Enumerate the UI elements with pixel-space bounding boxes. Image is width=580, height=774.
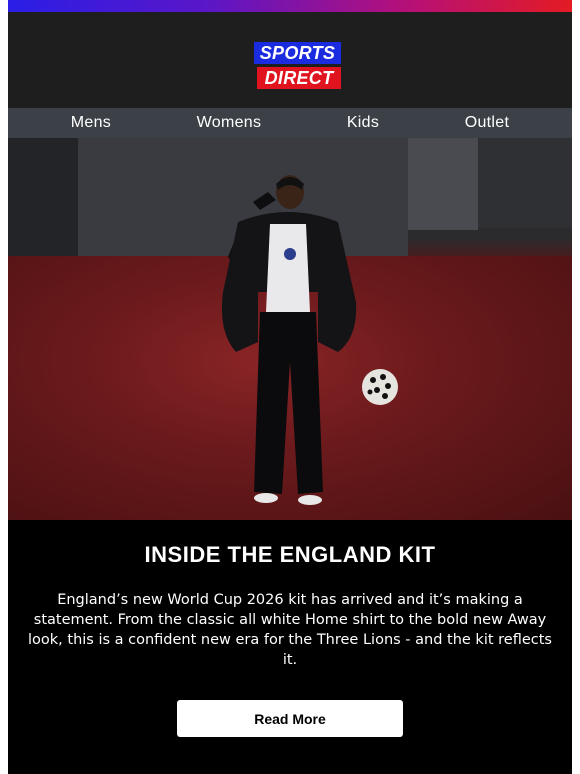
- model-figure: [221, 175, 357, 505]
- article-body: England’s new World Cup 2026 kit has arr…: [28, 592, 552, 668]
- nav-item-womens[interactable]: Womens: [197, 114, 262, 132]
- category-nav: Mens Womens Kids Outlet: [8, 108, 572, 138]
- header: SPORTS DIRECT: [8, 12, 572, 108]
- article-section: INSIDE THE ENGLAND KIT England’s new Wor…: [8, 520, 572, 737]
- read-more-button[interactable]: Read More: [177, 700, 403, 737]
- hero-image[interactable]: [8, 138, 572, 520]
- sports-direct-logo[interactable]: SPORTS DIRECT: [254, 42, 341, 100]
- brand-gradient-bar: [8, 0, 572, 12]
- logo-line-direct: DIRECT: [257, 67, 341, 89]
- article-title: INSIDE THE ENGLAND KIT: [144, 542, 436, 567]
- nav-item-mens[interactable]: Mens: [71, 114, 111, 132]
- nav-item-kids[interactable]: Kids: [347, 114, 379, 132]
- email-frame: SPORTS DIRECT Mens Womens Kids Outlet IN…: [8, 0, 572, 774]
- logo-line-sports: SPORTS: [254, 42, 341, 64]
- football: [362, 369, 398, 405]
- nav-item-outlet[interactable]: Outlet: [465, 114, 510, 132]
